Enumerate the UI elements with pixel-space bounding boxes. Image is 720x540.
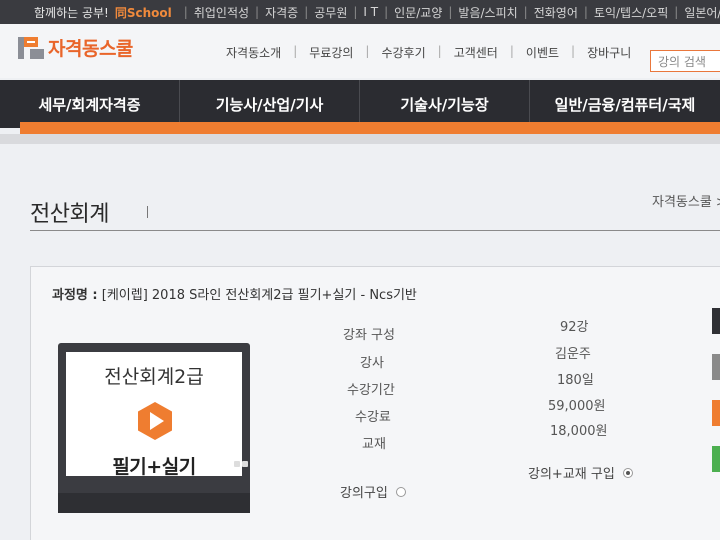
logo-mark-icon xyxy=(18,36,44,59)
category-accent-bar xyxy=(20,122,720,134)
nav-about[interactable]: 자격동소개 xyxy=(226,44,281,61)
divider: | xyxy=(293,44,298,58)
search-input[interactable]: 강의 검색 xyxy=(650,50,720,72)
category-nav: 세무/회계자격증 기능사/산업/기사 기술사/기능장 일반/금융/컴퓨터/국제 xyxy=(0,80,720,128)
info-value-lectures: 92강 xyxy=(560,320,589,335)
info-value-textbook: 18,000원 xyxy=(550,424,608,439)
option-lecture-book-label: 강의+교재 구입 xyxy=(528,467,615,482)
category-master-engineer[interactable]: 기술사/기능장 xyxy=(360,80,530,128)
divider: | xyxy=(304,5,309,19)
option-lecture-book[interactable]: 강의+교재 구입 xyxy=(528,463,633,482)
info-label-fee: 수강료 xyxy=(355,410,391,425)
divider: | xyxy=(583,5,588,19)
category-technician[interactable]: 기능사/산업/기사 xyxy=(180,80,360,128)
course-label: 과정명 : xyxy=(52,288,98,303)
topbar-link-certificate[interactable]: 자격증 xyxy=(265,4,298,21)
side-button-gray[interactable] xyxy=(712,354,720,380)
topbar-link-toeic[interactable]: 토익/텝스/오픽 xyxy=(594,4,668,21)
divider: | xyxy=(448,5,453,19)
play-icon[interactable] xyxy=(138,402,172,444)
topbar-link-speech[interactable]: 발음/스피치 xyxy=(458,4,517,21)
site-logo[interactable]: 자격동스쿨 xyxy=(18,34,133,61)
info-label-textbook: 교재 xyxy=(362,437,386,452)
course-name: [케이렙] 2018 S라인 전산회계2급 필기+실기 - Ncs기반 xyxy=(101,288,417,303)
progress-dot-icon xyxy=(80,465,86,471)
category-tax-accounting[interactable]: 세무/회계자격증 xyxy=(0,80,180,128)
divider: | xyxy=(571,44,576,58)
video-subtitle: 필기+실기 xyxy=(112,456,196,478)
topbar-link-humanities[interactable]: 인문/교양 xyxy=(394,4,442,21)
nav-customer-center[interactable]: 고객센터 xyxy=(454,44,498,61)
divider: | xyxy=(437,44,442,58)
brand-link[interactable]: 同School xyxy=(115,4,172,21)
topbar-link-phone-english[interactable]: 전화영어 xyxy=(534,4,578,21)
side-button-dark[interactable] xyxy=(712,308,720,334)
divider: | xyxy=(674,5,679,19)
divider: | xyxy=(255,5,260,19)
divider: | xyxy=(509,44,514,58)
main-nav: 자격동소개 | 무료강의 | 수강후기 | 고객센터 | 이벤트 | 장바구니 xyxy=(226,44,631,61)
topbar-link-japanese[interactable]: 일본어/JPT/JLPT xyxy=(684,4,720,21)
topbar-link-aptitude[interactable]: 취업인적성 xyxy=(194,4,249,21)
option-lecture-only-label: 강의구입 xyxy=(340,486,388,501)
side-button-green[interactable] xyxy=(712,446,720,472)
site-header: 자격동스쿨 자격동소개 | 무료강의 | 수강후기 | 고객센터 | 이벤트 |… xyxy=(0,24,720,78)
logo-text: 자격동스쿨 xyxy=(48,38,133,60)
info-value-instructor: 김운주 xyxy=(555,347,591,362)
divider: | xyxy=(353,5,358,19)
top-utility-bar: 함께하는 공부! 同School | 취업인적성 | 자격증 | 공무원 | I… xyxy=(0,0,720,24)
divider: | xyxy=(523,5,528,19)
divider: | xyxy=(384,5,389,19)
info-value-fee: 59,000원 xyxy=(548,399,606,414)
info-label-lectures: 강좌 구성 xyxy=(343,328,395,343)
settings-icon[interactable] xyxy=(234,461,240,467)
slogan: 함께하는 공부! xyxy=(34,5,109,20)
nav-events[interactable]: 이벤트 xyxy=(526,44,559,61)
title-underline xyxy=(30,230,720,231)
info-value-period: 180일 xyxy=(557,373,594,388)
nav-free-lecture[interactable]: 무료강의 xyxy=(309,44,353,61)
divider: | xyxy=(183,5,188,19)
video-stand xyxy=(58,493,250,513)
video-player[interactable]: 전산회계2급 필기+실기 xyxy=(58,343,250,513)
option-lecture-only[interactable]: 강의구입 xyxy=(340,482,406,501)
radio-lecture-only[interactable] xyxy=(395,486,406,497)
nav-reviews[interactable]: 수강후기 xyxy=(381,44,425,61)
radio-lecture-book[interactable] xyxy=(622,467,633,478)
nav-cart[interactable]: 장바구니 xyxy=(587,44,631,61)
video-title: 전산회계2급 xyxy=(104,366,204,388)
topbar-link-it[interactable]: I T xyxy=(363,5,378,19)
topbar-link-civil-service[interactable]: 공무원 xyxy=(314,4,347,21)
info-label-period: 수강기간 xyxy=(347,383,395,398)
divider: | xyxy=(365,44,370,58)
title-divider xyxy=(147,206,148,218)
fullscreen-icon[interactable] xyxy=(242,461,248,467)
info-label-instructor: 강사 xyxy=(360,356,384,371)
video-screen: 전산회계2급 필기+실기 xyxy=(66,352,242,478)
breadcrumb[interactable]: 자격동스쿨 > xyxy=(652,191,720,210)
page-title: 전산회계 xyxy=(30,202,109,227)
course-title: 과정명 : [케이렙] 2018 S라인 전산회계2급 필기+실기 - Ncs기… xyxy=(52,284,417,303)
category-general-finance[interactable]: 일반/금융/컴퓨터/국제 xyxy=(530,80,720,128)
nav-shadow xyxy=(0,134,720,144)
side-button-orange[interactable] xyxy=(712,400,720,426)
